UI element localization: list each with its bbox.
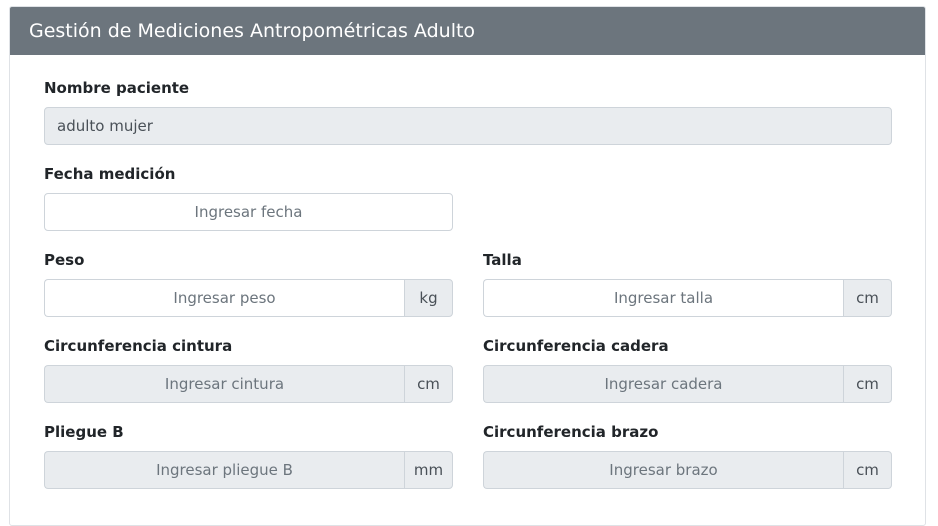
cadera-label: Circunferencia cadera <box>483 337 669 355</box>
cadera-input: Ingresar cadera <box>483 365 843 403</box>
cintura-label: Circunferencia cintura <box>44 337 233 355</box>
peso-input[interactable]: Ingresar peso <box>44 279 404 317</box>
fecha-medicion-label: Fecha medición <box>44 165 176 183</box>
brazo-input: Ingresar brazo <box>483 451 843 489</box>
card-header: Gestión de Mediciones Antropométricas Ad… <box>10 7 925 55</box>
talla-label: Talla <box>483 251 522 269</box>
pliegue-b-unit: mm <box>404 451 453 489</box>
cintura-input-group: Ingresar cintura cm <box>44 365 453 403</box>
card-title: Gestión de Mediciones Antropométricas Ad… <box>29 20 476 42</box>
nombre-paciente-field: adulto mujer <box>44 107 892 145</box>
talla-input[interactable]: Ingresar talla <box>483 279 843 317</box>
brazo-label: Circunferencia brazo <box>483 423 659 441</box>
brazo-input-group: Ingresar brazo cm <box>483 451 892 489</box>
pliegue-b-label: Pliegue B <box>44 423 124 441</box>
cintura-unit: cm <box>404 365 453 403</box>
talla-input-group: Ingresar talla cm <box>483 279 892 317</box>
anthropometric-card: Gestión de Mediciones Antropométricas Ad… <box>9 6 926 526</box>
cadera-unit: cm <box>843 365 892 403</box>
pliegue-b-input-group: Ingresar pliegue B mm <box>44 451 453 489</box>
pliegue-b-input: Ingresar pliegue B <box>44 451 404 489</box>
peso-unit: kg <box>404 279 453 317</box>
cadera-input-group: Ingresar cadera cm <box>483 365 892 403</box>
cintura-input: Ingresar cintura <box>44 365 404 403</box>
peso-label: Peso <box>44 251 85 269</box>
brazo-unit: cm <box>843 451 892 489</box>
peso-input-group: Ingresar peso kg <box>44 279 453 317</box>
nombre-paciente-label: Nombre paciente <box>44 79 190 97</box>
fecha-medicion-input[interactable]: Ingresar fecha <box>44 193 453 231</box>
talla-unit: cm <box>843 279 892 317</box>
